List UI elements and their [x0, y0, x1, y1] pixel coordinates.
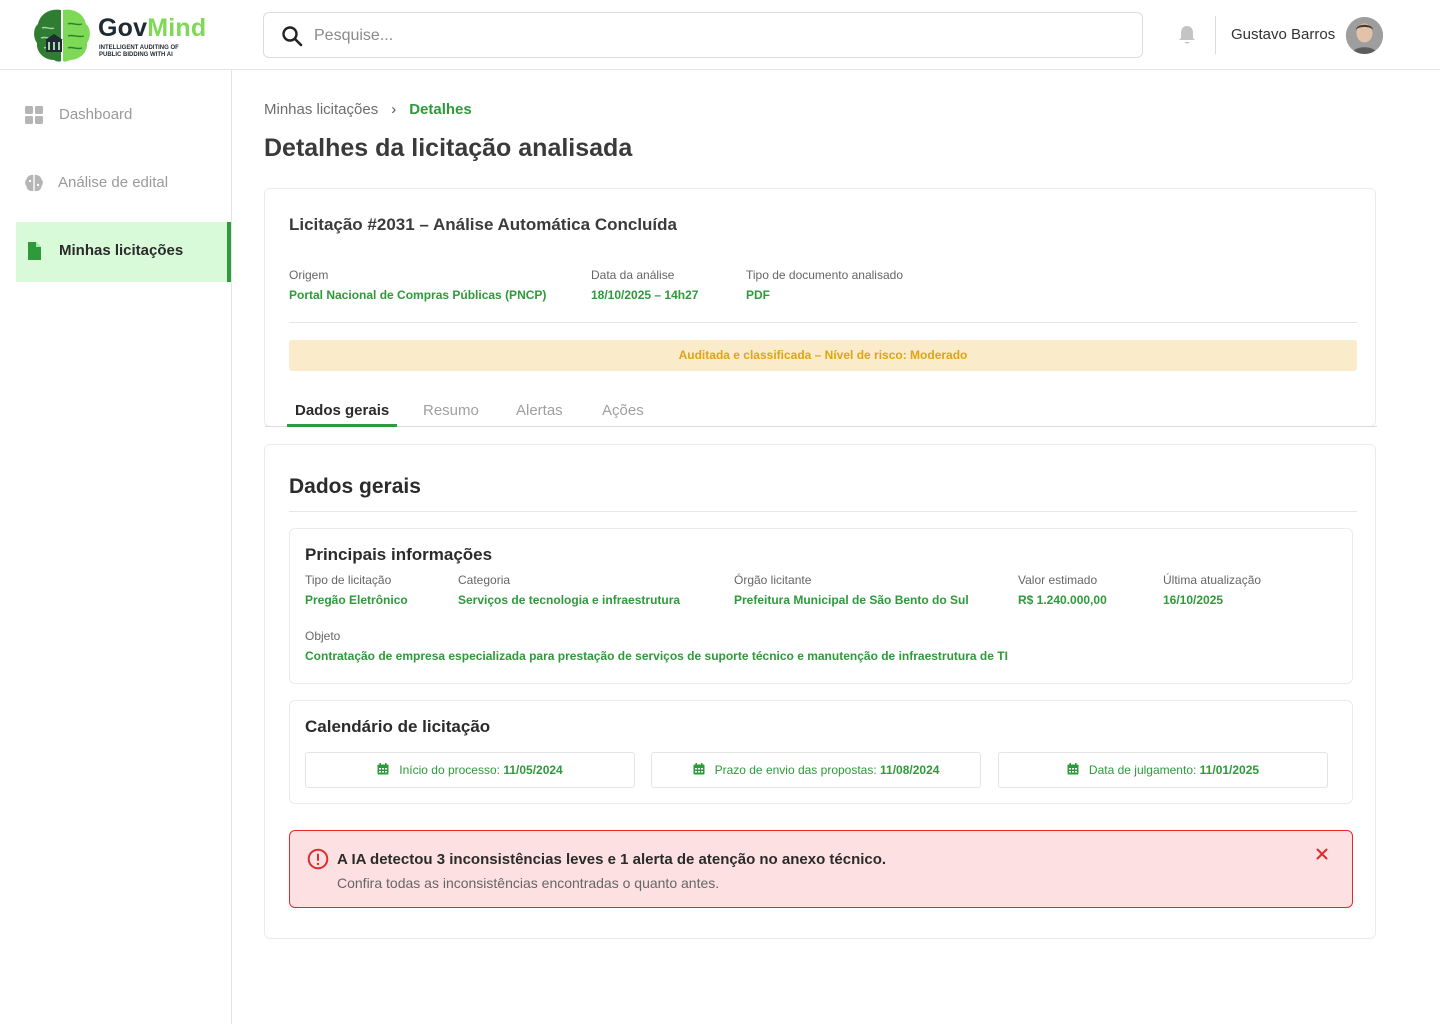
calendar-item-label: Prazo de envio das propostas:	[714, 763, 881, 777]
sidebar-item-label: Minhas licitações	[59, 242, 184, 259]
category-value: Serviços de tecnologia e infraestrutura	[458, 593, 681, 607]
calendar-item-label: Início do processo:	[399, 763, 504, 777]
user-avatar[interactable]	[1346, 17, 1383, 54]
sidebar-item-analise-edital[interactable]: Análise de edital	[16, 154, 231, 214]
breadcrumb: Minhas licitações › Detalhes	[264, 101, 472, 118]
estimated-value: R$ 1.240.000,00	[1018, 593, 1107, 607]
logo-gov-text: Gov	[98, 14, 148, 42]
search-icon	[282, 26, 303, 47]
calendar-item-start: Início do processo: 11/05/2024	[305, 752, 635, 788]
calendar-icon	[693, 763, 705, 775]
document-type-label: Tipo de documento analisado	[746, 268, 903, 282]
origin-value: Portal Nacional de Compras Públicas (PNC…	[289, 288, 547, 302]
logo-tagline: Intelligent auditing of public bidding w…	[99, 45, 179, 58]
alert-subtitle: Confira todas as inconsistências encontr…	[337, 875, 720, 891]
summary-card: Licitação #2031 – Análise Automática Con…	[264, 188, 1377, 427]
section-title: Dados gerais	[289, 475, 421, 498]
last-update-value: 16/10/2025	[1163, 593, 1224, 607]
top-header: GovMind Intelligent auditing of public b…	[0, 0, 1440, 70]
analysis-date-label: Data da análise	[591, 268, 675, 282]
sidebar-item-label: Análise de edital	[58, 174, 169, 191]
calendar-icon	[1067, 763, 1079, 775]
breadcrumb-parent-link[interactable]: Minhas licitações	[264, 101, 378, 118]
document-type-value: PDF	[746, 288, 770, 302]
sidebar: Dashboard Análise de edital Minhas licit…	[0, 70, 232, 1024]
user-name[interactable]: Gustavo Barros	[1231, 26, 1335, 43]
sidebar-item-label: Dashboard	[59, 106, 133, 123]
calendar-title: Calendário de licitação	[305, 717, 491, 736]
object-value: Contratação de empresa especializada par…	[305, 649, 1008, 663]
origin-label: Origem	[289, 268, 329, 282]
tab-alertas[interactable]: Alertas	[516, 402, 563, 427]
notification-bell-icon[interactable]	[1176, 24, 1198, 46]
summary-divider	[289, 322, 1357, 323]
calendar-item-date: 11/05/2024	[503, 763, 563, 777]
bidding-type-value: Pregão Eletrônico	[305, 593, 408, 607]
agency-label: Órgão licitante	[734, 573, 812, 587]
ai-alert-banner: A IA detectou 3 inconsistências leves e …	[289, 830, 1353, 908]
avatar-portrait-icon	[1346, 17, 1383, 54]
calendar-item-date: 11/01/2025	[1199, 763, 1260, 777]
sidebar-item-minhas-licitacoes[interactable]: Minhas licitações	[16, 222, 231, 282]
calendar-item-judgment: Data de julgamento: 11/01/2025	[998, 752, 1328, 788]
alert-circle-icon	[307, 848, 329, 870]
estimated-value-label: Valor estimado	[1018, 573, 1098, 587]
tab-resumo[interactable]: Resumo	[423, 402, 479, 427]
breadcrumb-current: Detalhes	[409, 101, 472, 118]
calendar-item-proposals: Prazo de envio das propostas: 11/08/2024	[651, 752, 981, 788]
main-info-box: Principais informações Tipo de licitação…	[289, 528, 1353, 684]
alert-title: A IA detectou 3 inconsistências leves e …	[337, 851, 887, 868]
bidding-type-label: Tipo de licitação	[305, 573, 392, 587]
search-bar[interactable]	[263, 12, 1143, 58]
calendar-box: Calendário de licitação Início do proces…	[289, 700, 1353, 804]
document-icon	[28, 242, 41, 260]
brain-icon	[25, 174, 43, 192]
section-divider	[289, 511, 1357, 512]
page-title: Detalhes da licitação analisada	[264, 134, 633, 162]
object-label: Objeto	[305, 629, 341, 643]
breadcrumb-separator: ›	[391, 101, 397, 118]
header-divider	[1215, 16, 1216, 54]
tab-bar: Dados gerais Resumo Alertas Ações	[265, 389, 1377, 427]
govmind-logo[interactable]: GovMind Intelligent auditing of public b…	[32, 6, 212, 64]
logo-wordmark: GovMind	[98, 14, 206, 43]
analysis-date-value: 18/10/2025 – 14h27	[591, 288, 699, 302]
calendar-item-label: Data de julgamento:	[1088, 763, 1200, 777]
bidding-title: Licitação #2031 – Análise Automática Con…	[289, 215, 677, 234]
logo-mind-text: Mind	[147, 14, 207, 42]
calendar-item-date: 11/08/2024	[880, 763, 940, 777]
calendar-icon	[377, 763, 389, 775]
brain-logo-icon	[34, 9, 90, 62]
tab-acoes[interactable]: Ações	[602, 402, 644, 427]
general-data-card: Dados gerais Principais informações Tipo…	[264, 444, 1376, 939]
category-label: Categoria	[458, 573, 511, 587]
risk-status-banner: Auditada e classificada – Nível de risco…	[289, 340, 1357, 371]
tab-dados-gerais[interactable]: Dados gerais	[287, 402, 398, 427]
last-update-label: Última atualização	[1163, 573, 1262, 587]
search-input[interactable]	[314, 23, 1114, 49]
close-icon[interactable]	[1314, 846, 1330, 862]
sidebar-item-dashboard[interactable]: Dashboard	[16, 86, 231, 146]
agency-value: Prefeitura Municipal de São Bento do Sul	[734, 593, 969, 607]
grid-icon	[25, 106, 43, 124]
main-info-title: Principais informações	[305, 545, 493, 564]
